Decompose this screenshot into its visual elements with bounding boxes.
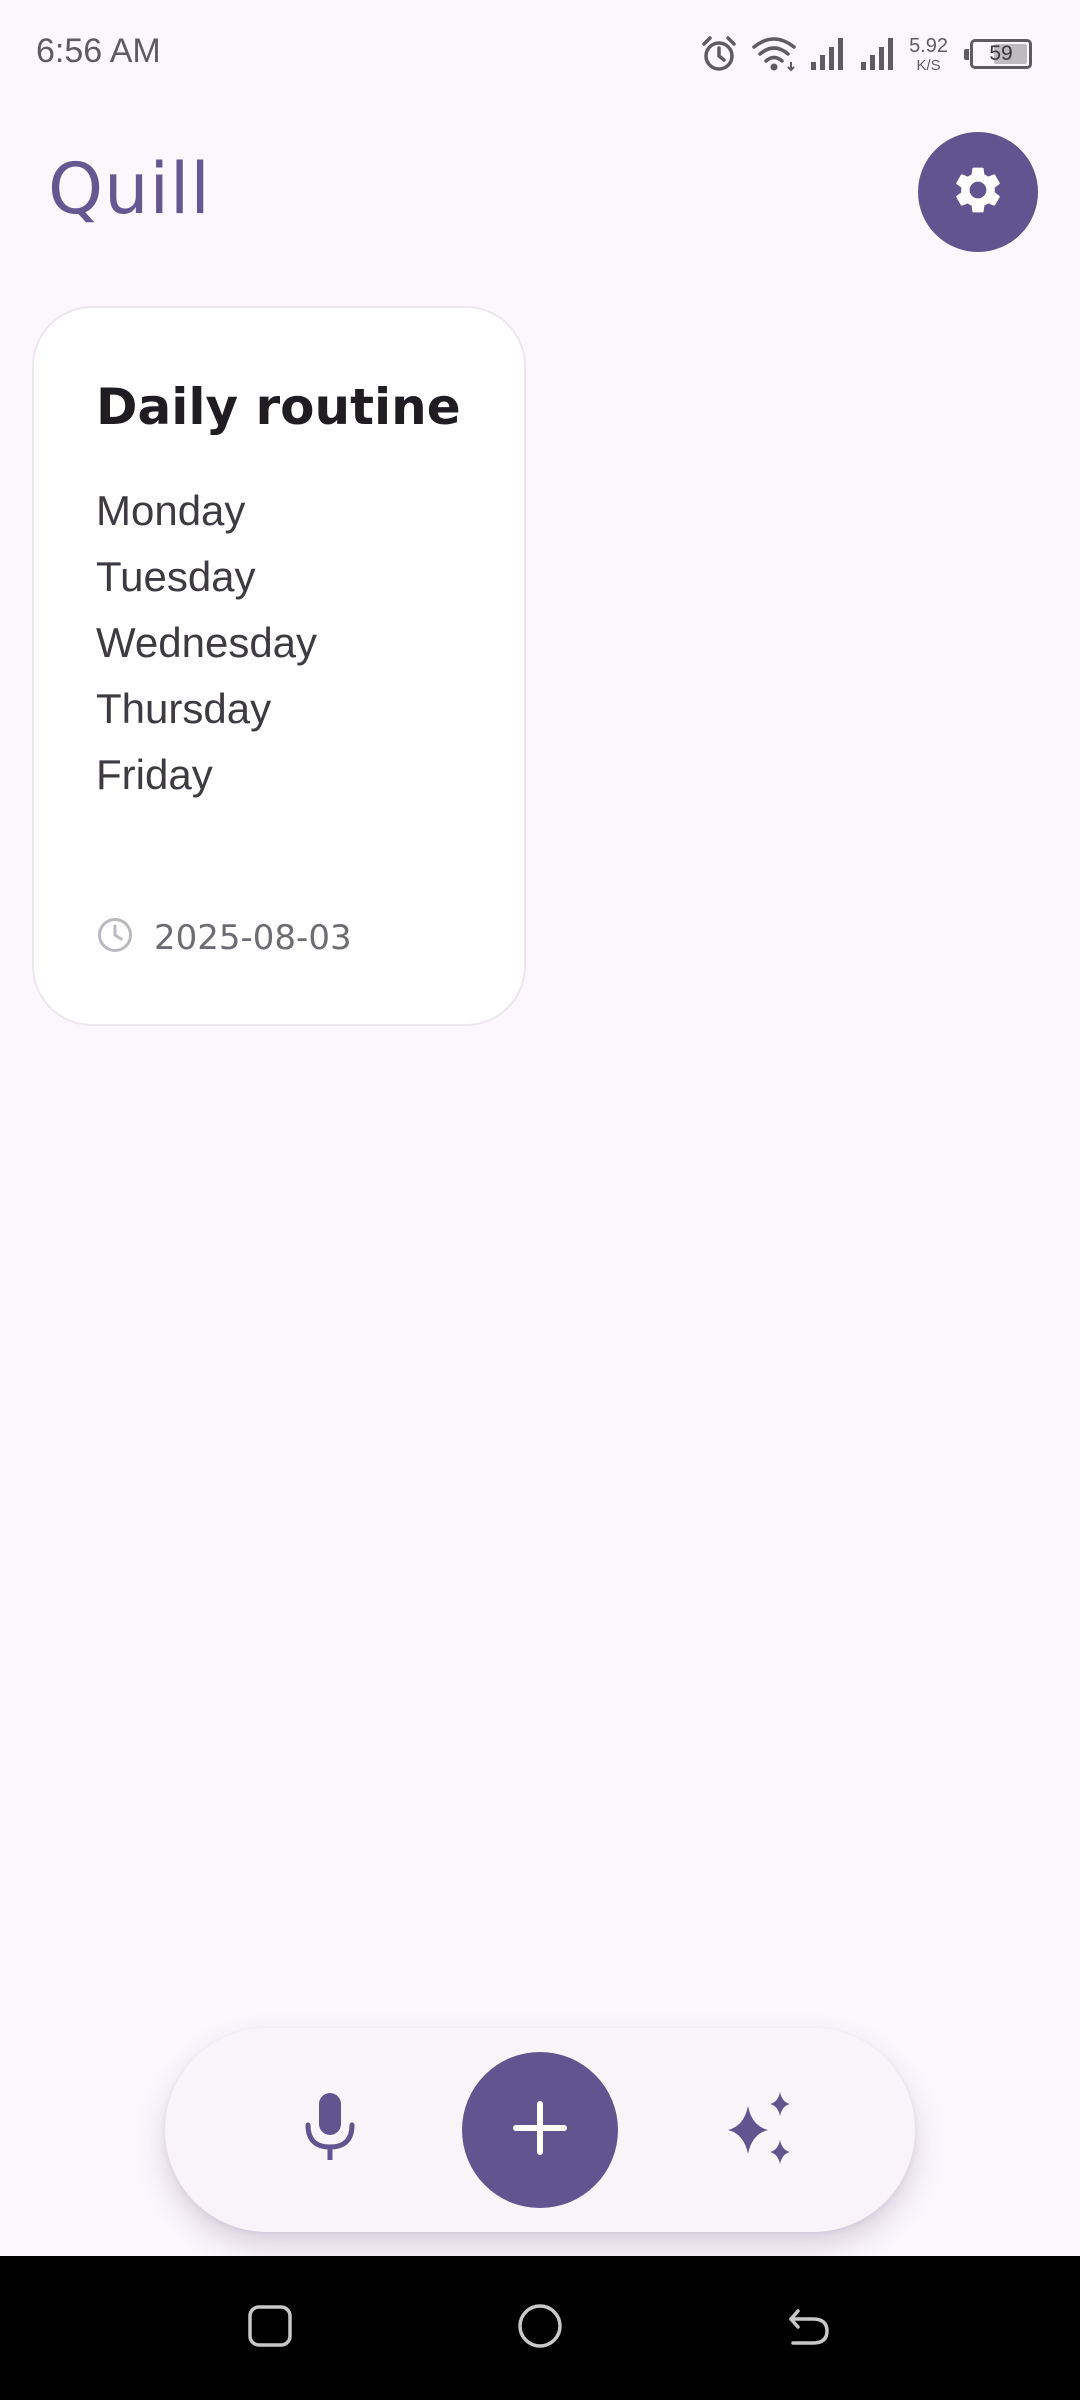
note-date-text: 2025-08-03 [154,917,352,958]
clock-icon [96,916,134,959]
home-icon [515,2301,565,2356]
status-icons: 5.92 K/S 59 [699,30,1032,78]
app-title: Quill [48,148,211,230]
bottom-action-bar [165,2028,915,2232]
signal-icon [859,34,897,74]
note-content: Monday Tuesday Wednesday Thursday Friday [96,478,317,808]
recents-icon [245,2301,295,2356]
back-icon [783,2301,833,2356]
ai-assist-button[interactable] [710,2080,810,2180]
status-time: 6:56 AM [36,32,161,70]
note-line: Thursday [96,685,272,732]
battery-icon: 59 [964,39,1032,69]
network-speed-value: 5.92 [909,34,948,57]
sparkles-icon [720,2088,800,2173]
plus-icon [513,2100,567,2160]
wifi-icon [751,34,797,74]
system-nav-bar [0,2256,1080,2400]
note-date: 2025-08-03 [96,916,352,959]
network-speed: 5.92 K/S [909,36,948,73]
status-bar: 6:56 AM 5.92 K/S 59 [0,0,1080,110]
microphone-icon [300,2091,360,2170]
note-line: Monday [96,487,246,534]
battery-level: 59 [989,42,1013,65]
home-button[interactable] [500,2288,580,2368]
network-speed-unit: K/S [916,56,941,74]
voice-note-button[interactable] [280,2080,380,2180]
note-line: Tuesday [96,553,256,600]
note-title: Daily routine [96,378,461,436]
add-note-button[interactable] [462,2052,618,2208]
back-button[interactable] [768,2288,848,2368]
note-line: Friday [96,751,213,798]
alarm-icon [699,34,739,74]
settings-button[interactable] [918,132,1038,252]
recents-button[interactable] [230,2288,310,2368]
signal-icon [809,34,847,74]
note-card[interactable]: Daily routine Monday Tuesday Wednesday T… [32,306,526,1026]
gear-icon [950,162,1006,223]
note-line: Wednesday [96,619,318,666]
